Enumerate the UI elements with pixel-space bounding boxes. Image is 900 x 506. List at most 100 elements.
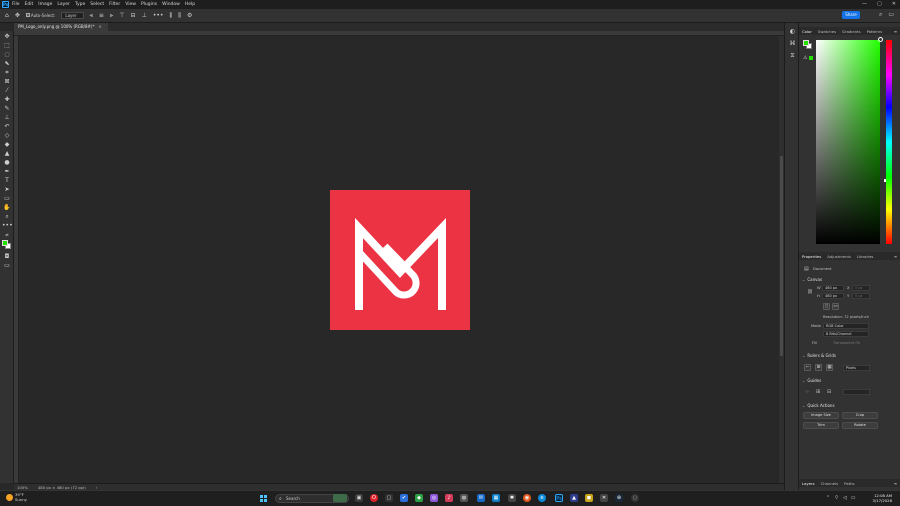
properties-panel-menu-icon[interactable]: ≡ [894,254,897,259]
edge-icon[interactable]: e [538,494,546,502]
width-field[interactable]: 480 px [822,285,844,291]
crop-tool-icon[interactable]: ⌗ [2,69,12,77]
move-tool-icon[interactable]: ✥ [2,33,12,41]
windows-start-icon[interactable] [260,495,267,502]
out-of-gamut-warning-icon[interactable]: ⚠ [803,55,807,61]
pen-tool-icon[interactable]: ✒ [2,168,12,176]
path-selection-tool-icon[interactable]: ➤ [2,186,12,194]
add-guide-icon[interactable]: ⊞ [816,389,820,395]
grid-icon[interactable]: ⊞ [815,364,822,371]
close-tab-icon[interactable]: × [98,24,101,29]
screen-mode-icon[interactable]: ▭ [2,262,12,270]
trim-button[interactable]: Trim [803,422,839,429]
move-tool-icon[interactable]: ✥ [15,12,20,19]
app-icon-7[interactable]: ♪ [445,494,453,502]
steam-icon[interactable]: ⊛ [615,494,623,502]
frame-tool-icon[interactable]: ⊠ [2,78,12,86]
edit-toolbar-icon[interactable]: ••• [2,222,13,230]
weather-widget[interactable]: 39°F Sunny [6,492,27,502]
guide-lock-icon[interactable]: ⊹ [805,389,809,395]
hue-slider[interactable] [886,40,892,244]
photoshop-logo-icon[interactable]: Ps [2,1,9,8]
ruler-icon[interactable]: ⌐ [804,364,811,371]
color-picker-field[interactable] [816,40,880,244]
menu-layer[interactable]: Layer [57,2,70,7]
x-field[interactable]: 0 px [852,285,870,291]
document-tab[interactable]: PM_Logo_only.png @ 100% (RGB/8#)* × [14,23,108,31]
app-icon-11[interactable]: ✱ [508,494,516,502]
lasso-tool-icon[interactable]: ◌ [2,51,12,59]
align-center-icon[interactable]: ≡ [99,12,104,19]
menu-filter[interactable]: Filter [109,2,120,7]
home-icon[interactable]: ⌂ [5,12,9,19]
minimize-icon[interactable]: — [862,1,867,7]
quick-mask-icon[interactable]: ◘ [2,253,12,261]
link-dimensions-icon[interactable]: ⛓ [807,290,813,295]
mode-dropdown[interactable]: RGB Color [823,323,869,329]
app-icon-17[interactable]: ✕ [600,494,608,502]
align-right-icon[interactable]: ⫸ [110,12,113,20]
zoom-tool-icon[interactable]: ⌕ [2,213,12,221]
scrollbar-thumb[interactable] [780,156,783,356]
guide-layout-icon[interactable]: ⊟ [827,389,831,395]
color-panel-menu-icon[interactable]: ≡ [894,29,897,34]
menu-plugins[interactable]: Plugins [141,2,157,7]
menu-type[interactable]: Type [75,2,85,7]
image-size-button[interactable]: Image Size [803,412,839,419]
search-icon[interactable]: ⌕ [879,11,882,19]
align-top-icon[interactable]: ⊤ [119,12,124,19]
tab-libraries[interactable]: Libraries [857,254,873,259]
menu-image[interactable]: Image [38,2,52,7]
history-brush-tool-icon[interactable]: ↶ [2,123,12,131]
photoshop-taskbar-icon[interactable]: Ps [555,494,563,502]
color-picker-marker[interactable] [878,37,883,42]
guides-grid-icon[interactable]: ▦ [826,364,833,371]
battery-icon[interactable]: ▭ [851,495,856,501]
canvas-section-header[interactable]: ⌄ Canvas [802,277,822,282]
guides-section-header[interactable]: ⌄ Guides [802,378,821,383]
height-field[interactable]: 480 px [822,293,844,299]
tab-patterns[interactable]: Patterns [867,29,883,34]
app-icon-5[interactable]: ◆ [415,494,423,502]
zoom-level[interactable]: 100% [17,485,28,490]
web-safe-color-swatch[interactable] [809,56,813,60]
healing-brush-tool-icon[interactable]: ✚ [2,96,12,104]
object-selection-tool-icon[interactable]: ⬉ [2,60,12,68]
tab-gradients[interactable]: Gradients [842,29,861,34]
portrait-orientation-icon[interactable]: ▯ [823,303,830,310]
align-bottom-icon[interactable]: ⊥ [142,12,147,19]
app-icon-6[interactable]: ◎ [430,494,438,502]
quick-actions-section-header[interactable]: ⌄ Quick Actions [802,403,835,408]
crop-button[interactable]: Crop [842,412,878,419]
share-button[interactable]: Share [842,11,860,19]
wifi-icon[interactable]: ⌔ [834,495,839,501]
tab-channels[interactable]: Channels [821,481,839,486]
document-dimensions[interactable]: 480 px × 480 px (72 ppi) [38,485,86,490]
tray-chevron-icon[interactable]: ⌃ [826,495,830,501]
distribute-2-icon[interactable]: ⫼ [178,12,181,20]
settings-gear-icon[interactable]: ⚙ [187,12,192,19]
eyedropper-tool-icon[interactable]: ⁄ [2,87,12,95]
menu-view[interactable]: View [125,2,136,7]
app-icon-15[interactable]: ▲ [570,494,578,502]
app-icon-4[interactable]: ✔ [400,494,408,502]
ruler-units-dropdown[interactable]: Pixels [843,365,870,371]
tab-color[interactable]: Color [802,29,812,34]
close-icon[interactable]: ✕ [892,1,896,7]
libraries-icon[interactable]: ⌘ [788,39,797,48]
rulers-grids-section-header[interactable]: ⌄ Rulers & Grids [802,353,836,358]
taskbar-clock[interactable]: 12:08 AM 3/17/2026 [873,493,892,503]
artboard-tool-icon[interactable]: ⬚ [2,42,12,50]
guide-color-dropdown[interactable] [843,389,870,395]
color-panel-foreground-swatch[interactable] [803,40,809,46]
foreground-color-swatch[interactable] [2,240,8,246]
align-left-icon[interactable]: ⫷ [90,12,93,20]
tab-swatches[interactable]: Swatches [818,29,836,34]
fill-value[interactable]: Transparent Fill [833,341,860,345]
app-icon-19[interactable]: ◌ [631,494,639,502]
task-view-icon[interactable]: ▣ [355,494,363,502]
menu-select[interactable]: Select [90,2,104,7]
mail-icon[interactable]: ✉ [477,494,485,502]
rectangle-tool-icon[interactable]: ▭ [2,195,12,203]
distribute-icon[interactable]: ⫼ [169,12,172,20]
